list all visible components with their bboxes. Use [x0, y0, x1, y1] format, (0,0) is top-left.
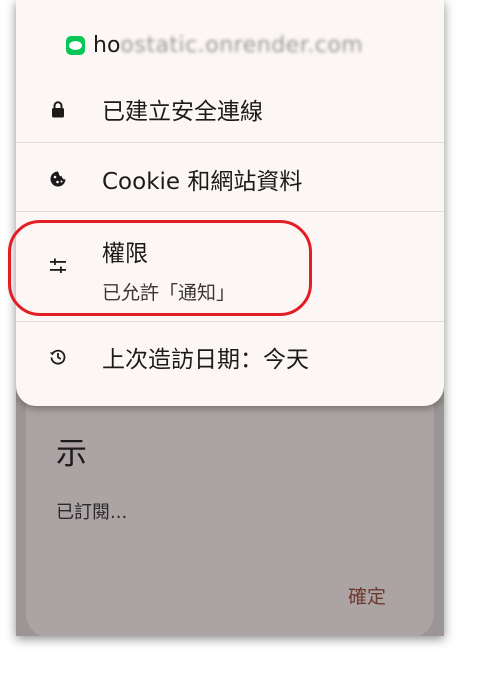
- line-app-icon: [66, 35, 85, 55]
- divider: [16, 142, 444, 143]
- permissions-highlight-annotation: [8, 220, 312, 316]
- divider: [16, 321, 444, 322]
- site-info-popup: hoostatic.onrender.com 已建立安全連線 Cookie 和網…: [16, 0, 444, 406]
- cookies-site-data-label: Cookie 和網站資料: [102, 169, 303, 195]
- dialog-ok-button[interactable]: 確定: [348, 582, 386, 609]
- history-icon: [48, 347, 68, 367]
- cookie-icon: [48, 169, 68, 189]
- site-host-obscured: ostatic.onrender.com: [120, 32, 364, 58]
- secure-connection-row[interactable]: 已建立安全連線: [16, 76, 444, 142]
- divider: [16, 211, 444, 212]
- last-visit-label: 上次造訪日期：今天: [102, 347, 309, 373]
- site-host-visible: ho: [93, 32, 121, 58]
- dialog-message: 已訂閱...: [56, 502, 128, 523]
- secure-connection-label: 已建立安全連線: [102, 99, 263, 125]
- lock-icon: [48, 99, 68, 119]
- last-visit-row[interactable]: 上次造訪日期：今天: [16, 324, 444, 390]
- dialog-title: 示: [56, 436, 87, 472]
- site-host: hoostatic.onrender.com: [66, 30, 363, 60]
- phone-screen: 示 已訂閱... 確定 hoostatic.onrender.com 已建立安全…: [16, 0, 444, 636]
- cookies-site-data-row[interactable]: Cookie 和網站資料: [16, 146, 444, 212]
- site-host-text: hoostatic.onrender.com: [93, 33, 363, 58]
